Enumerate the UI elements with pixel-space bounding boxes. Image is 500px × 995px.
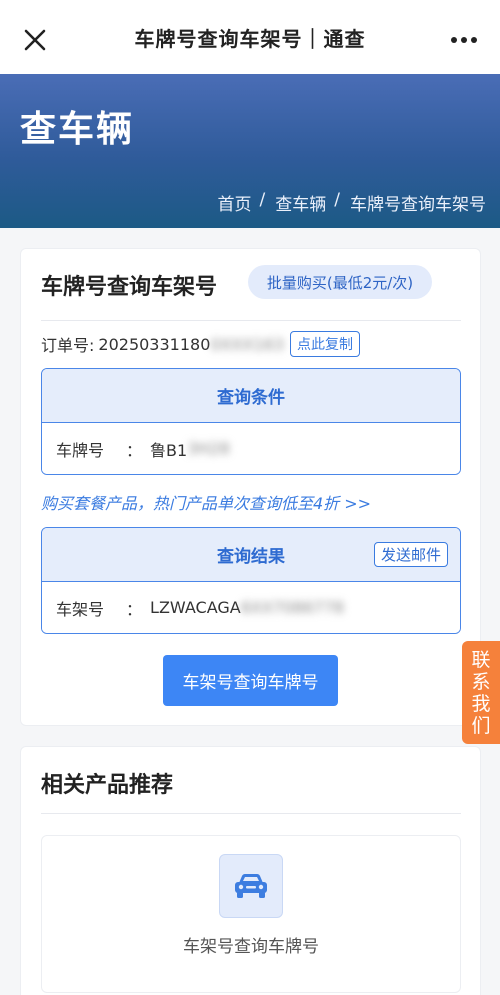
- divider: [41, 320, 461, 321]
- query-card: 车牌号查询车架号 批量购买(最低2元/次) 订单号: 20250331180 0…: [20, 248, 481, 726]
- conditions-header: 查询条件: [42, 369, 460, 423]
- breadcrumb-section[interactable]: 查车辆: [275, 190, 326, 215]
- plate-label: 车牌号: [56, 440, 105, 460]
- results-header-label: 查询结果: [217, 547, 285, 567]
- plate-row: 车牌号 ： 鲁B1 3H28: [42, 423, 460, 474]
- product-tile[interactable]: 车架号查询车牌号: [41, 835, 461, 993]
- vin-to-plate-button[interactable]: 车架号查询车牌号: [163, 655, 338, 706]
- vin-label: 车架号: [56, 599, 105, 619]
- divider: [41, 813, 461, 814]
- vin-value: LZWACAGA: [150, 598, 241, 617]
- car-icon: [219, 854, 283, 918]
- page-heading: 查车辆: [20, 109, 135, 150]
- breadcrumb-current: 车牌号查询车架号: [350, 195, 486, 215]
- product-name: 车架号查询车牌号: [183, 937, 319, 957]
- related-products-card: 相关产品推荐 车架号查询车牌号: [20, 746, 481, 995]
- results-header: 查询结果 发送邮件: [42, 528, 460, 582]
- plate-value: 鲁B1: [150, 440, 188, 460]
- plate-colon: ：: [126, 440, 143, 460]
- related-title: 相关产品推荐: [41, 773, 174, 798]
- hero-banner: 查车辆 首页 / 查车辆 / 车牌号查询车架号: [0, 74, 500, 228]
- query-conditions-box: 查询条件 车牌号 ： 鲁B1 3H28: [41, 368, 461, 475]
- card-title: 车牌号查询车架号: [41, 275, 218, 300]
- breadcrumb-separator: /: [334, 190, 340, 210]
- close-icon[interactable]: [22, 27, 48, 53]
- vin-colon: ：: [126, 599, 143, 619]
- breadcrumb-home[interactable]: 首页: [218, 190, 252, 215]
- query-results-box: 查询结果 发送邮件 车架号 ： LZWACAGA 6XX7086778: [41, 527, 461, 634]
- app-title: 车牌号查询车架号｜通查: [134, 26, 366, 51]
- plate-value-redacted: 3H28: [187, 439, 230, 458]
- promo-link[interactable]: 购买套餐产品，热门产品单次查询低至4折 >>: [41, 490, 371, 514]
- vin-value-redacted: 6XX7086778: [240, 598, 345, 617]
- vin-row: 车架号 ： LZWACAGA 6XX7086778: [42, 582, 460, 633]
- order-number-redacted: 0XXX163: [210, 334, 284, 354]
- send-email-button[interactable]: 发送邮件: [373, 542, 448, 567]
- batch-purchase-button[interactable]: 批量购买(最低2元/次): [248, 265, 432, 299]
- breadcrumb: 首页 / 查车辆 / 车牌号查询车架号: [218, 190, 486, 215]
- breadcrumb-separator: /: [259, 190, 266, 210]
- order-number: 20250331180: [98, 334, 211, 354]
- contact-us-button[interactable]: 联系我们: [462, 641, 500, 744]
- more-icon[interactable]: [450, 30, 478, 50]
- order-row: 订单号: 20250331180 0XXX163 点此复制: [41, 331, 360, 357]
- app-bar: 车牌号查询车架号｜通查: [0, 0, 500, 74]
- order-label: 订单号:: [41, 336, 95, 355]
- copy-button[interactable]: 点此复制: [290, 331, 360, 357]
